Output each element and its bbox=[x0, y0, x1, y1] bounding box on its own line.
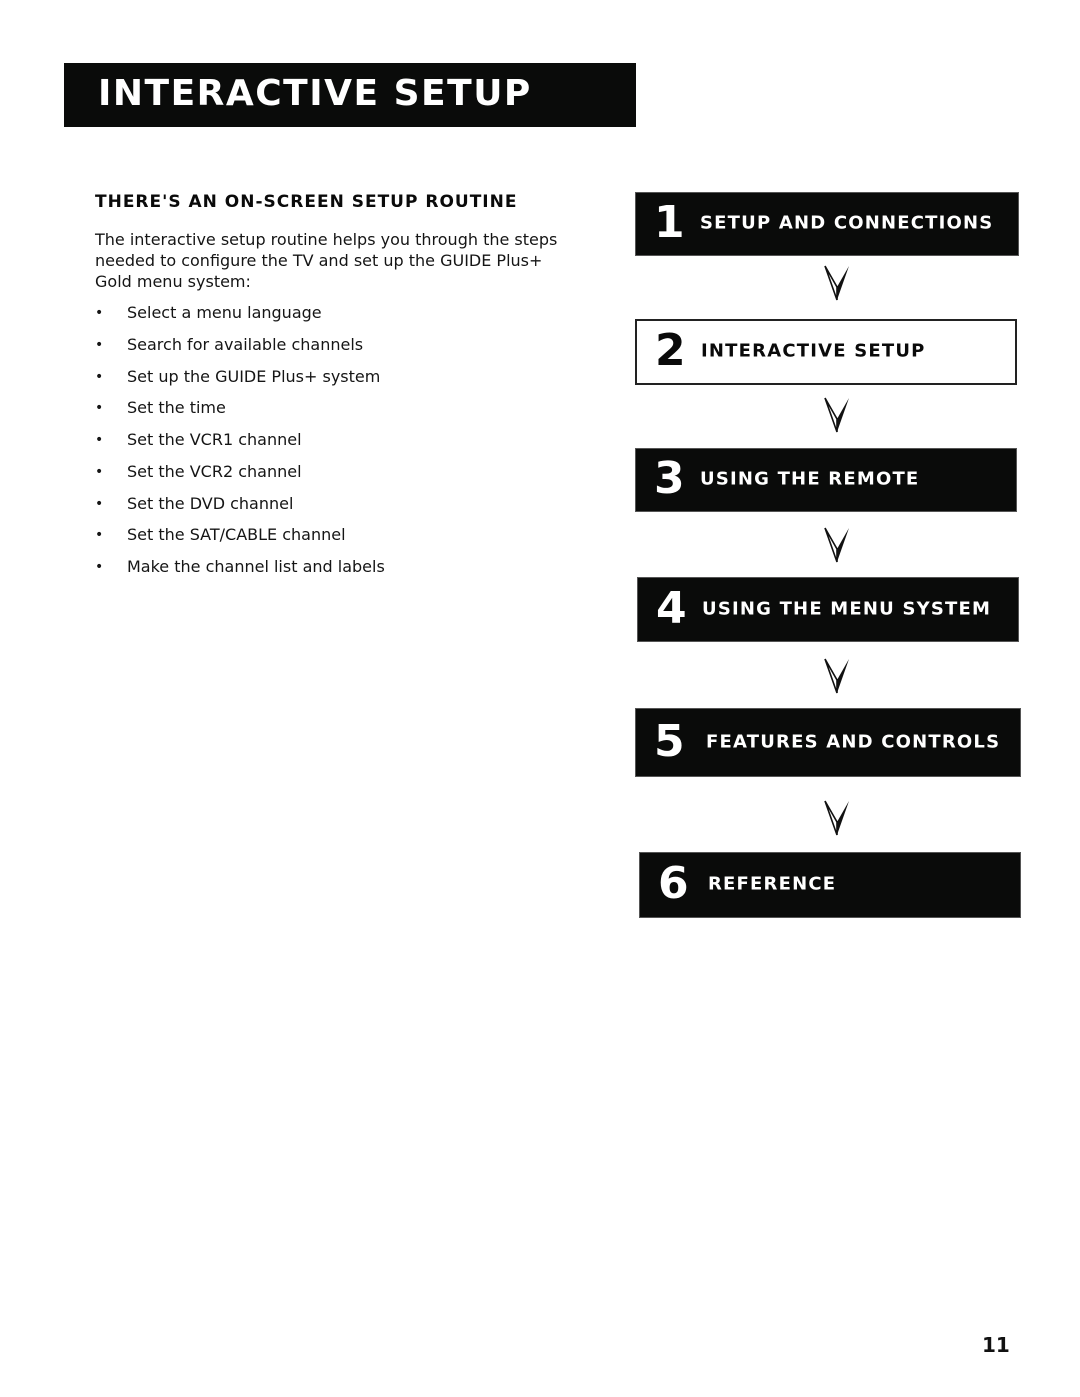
chapter-step-using-the-menu-system: 4 Using the Menu System bbox=[637, 577, 1019, 642]
list-item-text: Select a menu language bbox=[127, 303, 322, 322]
list-item-text: Set the SAT/CABLE channel bbox=[127, 525, 346, 545]
chapter-title-bar: Interactive Setup bbox=[64, 63, 636, 127]
page-number: 11 bbox=[982, 1333, 1010, 1357]
step-number: 6 bbox=[658, 858, 689, 910]
step-label: Using the Menu System bbox=[702, 597, 992, 619]
list-item-text: Set the DVD channel bbox=[127, 493, 294, 513]
step-number: 3 bbox=[654, 453, 685, 505]
bullet-icon: • bbox=[95, 336, 104, 353]
list-item-text: Search for available channels bbox=[127, 334, 364, 354]
list-item-text: Set the VCR2 channel bbox=[127, 461, 302, 481]
down-arrowhead-icon bbox=[824, 265, 849, 301]
step-number: 5 bbox=[654, 715, 685, 767]
down-arrowhead-icon bbox=[824, 527, 849, 563]
step-label: Reference bbox=[708, 873, 837, 895]
step-number: 2 bbox=[655, 325, 686, 377]
step-label: Interactive Setup bbox=[701, 340, 926, 362]
step-label: Features and Controls bbox=[706, 730, 1001, 752]
chapter-step-using-the-remote: 3 Using the Remote bbox=[635, 448, 1017, 512]
step-number: 1 bbox=[654, 197, 685, 249]
chapter-step-interactive-setup: 2 Interactive Setup bbox=[635, 319, 1017, 385]
bullet-icon: • bbox=[95, 495, 104, 512]
down-arrowhead-icon bbox=[824, 658, 849, 694]
bullet-icon: • bbox=[95, 368, 104, 385]
bullet-icon: • bbox=[95, 400, 104, 417]
section-heading: There's an On-Screen Setup Routine bbox=[95, 192, 518, 212]
bullet-icon: • bbox=[95, 432, 104, 448]
bullet-icon: • bbox=[95, 527, 104, 544]
step-label: Using the Remote bbox=[700, 468, 920, 490]
down-arrowhead-icon bbox=[824, 800, 849, 836]
chapter-step-setup-and-connections: 1 Setup and Connections bbox=[635, 192, 1019, 256]
bullet-icon: • bbox=[95, 305, 104, 321]
chapter-step-reference: 6 Reference bbox=[639, 852, 1021, 918]
intro-paragraph: The interactive setup routine helps you … bbox=[95, 230, 558, 291]
bullet-icon: • bbox=[95, 559, 104, 575]
step-label: Setup and Connections bbox=[700, 212, 994, 234]
down-arrowhead-icon bbox=[824, 397, 849, 433]
bullet-icon: • bbox=[95, 463, 104, 480]
chapter-step-features-and-controls: 5 Features and Controls bbox=[635, 708, 1021, 777]
list-item-text: Set up the GUIDE Plus+ system bbox=[127, 366, 381, 386]
chapter-title: Interactive Setup bbox=[98, 73, 532, 114]
list-item-text: Set the VCR1 channel bbox=[127, 430, 302, 449]
list-item-text: Set the time bbox=[127, 398, 226, 418]
list-item-text: Make the channel list and labels bbox=[127, 557, 385, 576]
step-number: 4 bbox=[656, 582, 687, 634]
